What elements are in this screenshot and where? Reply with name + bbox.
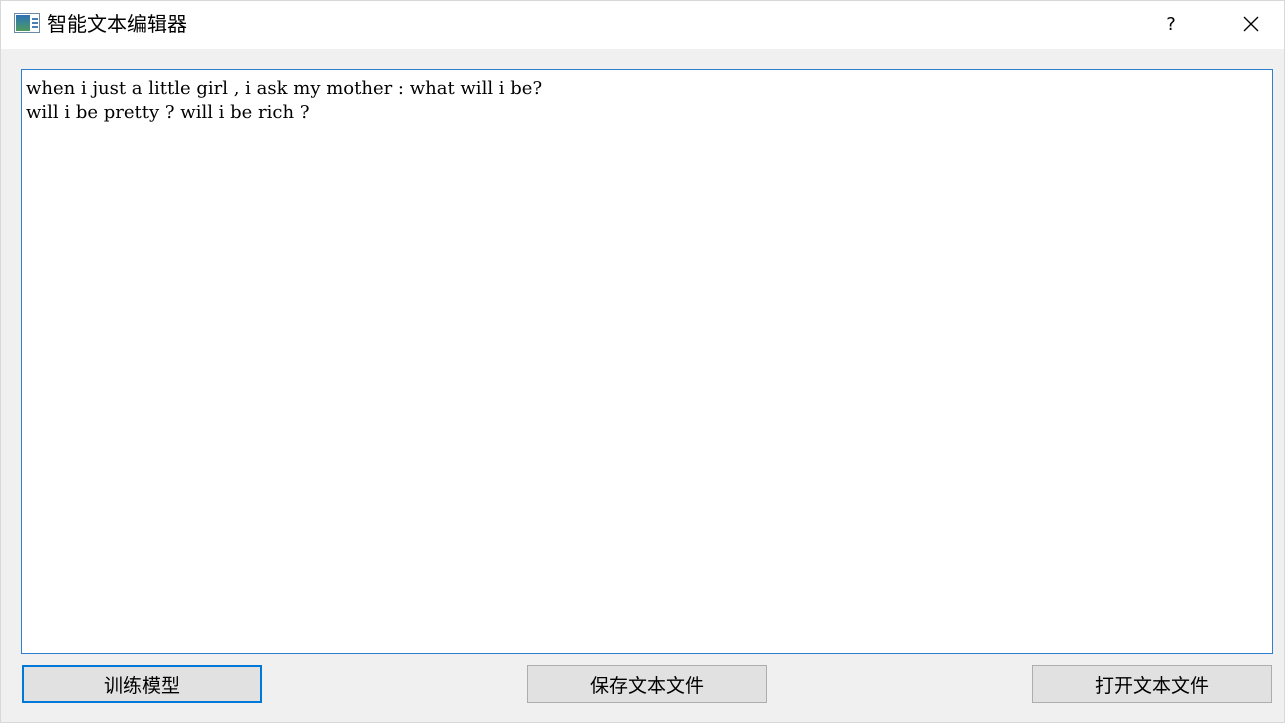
close-button[interactable] [1228,1,1274,47]
text-editor[interactable]: when i just a little girl , i ask my mot… [21,69,1273,654]
app-window: 智能文本编辑器 ? when i just a little girl , i … [0,0,1285,723]
close-icon [1243,16,1259,32]
title-bar[interactable]: 智能文本编辑器 ? [1,1,1284,49]
app-window-icon [14,13,40,33]
help-button[interactable]: ? [1148,1,1194,47]
window-title: 智能文本编辑器 [47,12,187,36]
open-text-file-button[interactable]: 打开文本文件 [1032,665,1272,703]
editor-line-1: when i just a little girl , i ask my mot… [26,78,543,99]
editor-line-2: will i be pretty ? will i be rich ? [26,102,310,123]
save-text-file-button[interactable]: 保存文本文件 [527,665,767,703]
train-model-button[interactable]: 训练模型 [22,665,262,703]
